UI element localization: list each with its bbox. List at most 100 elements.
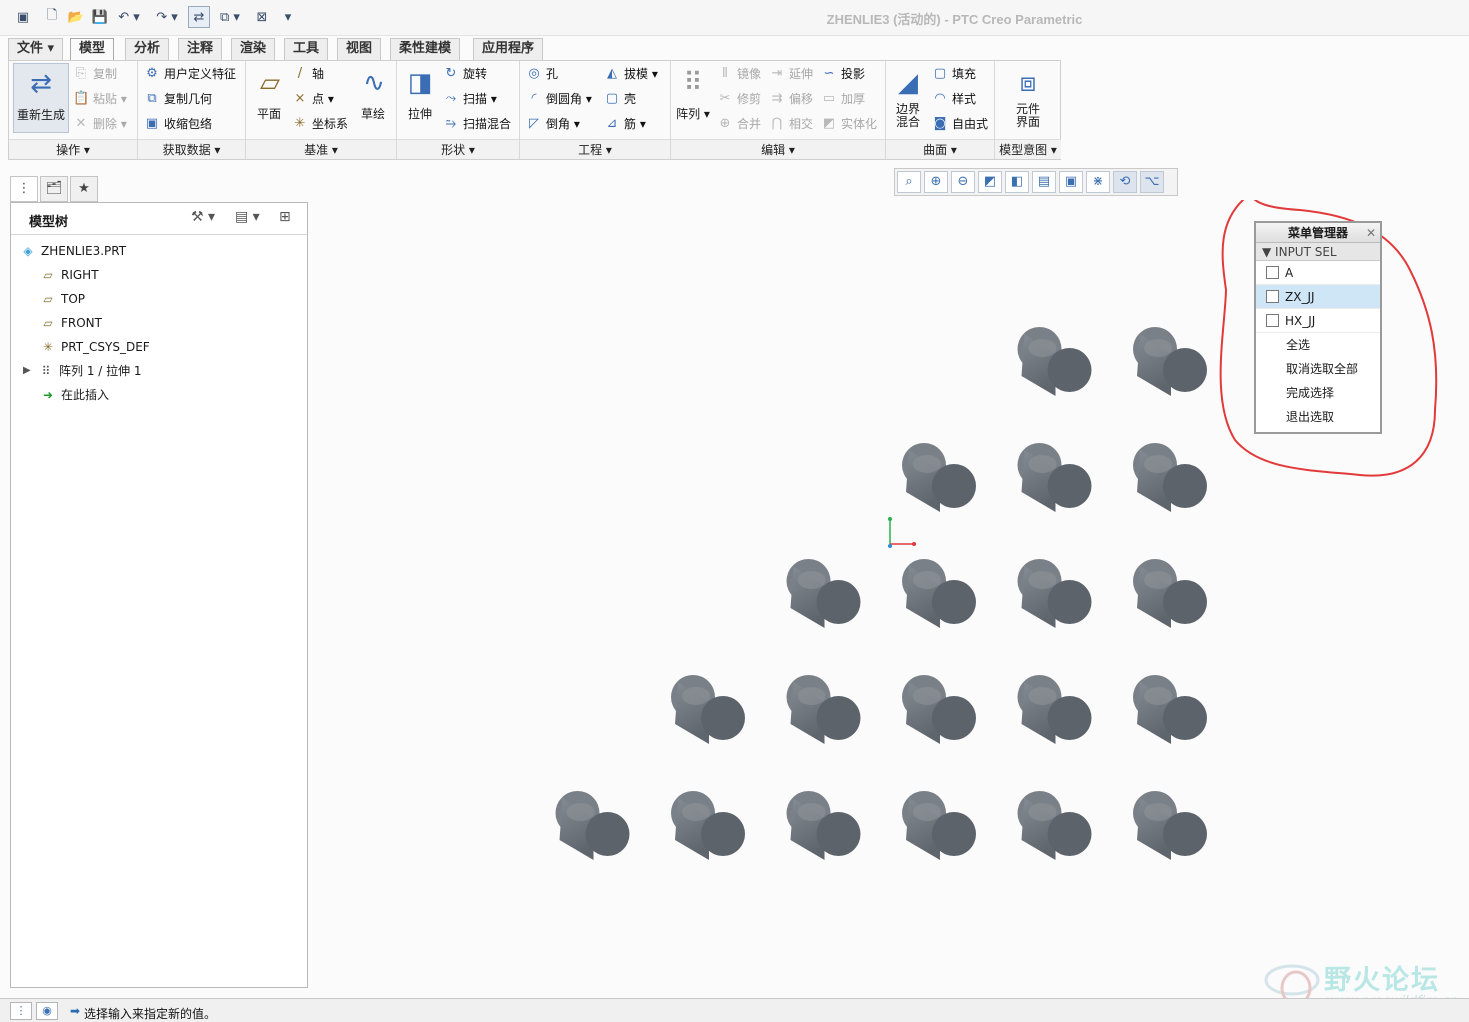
tab-model[interactable]: 模型 [70, 38, 115, 61]
component-interface-button[interactable]: ⧈ 元件界面 [1009, 65, 1047, 129]
checkbox-icon[interactable] [1266, 290, 1279, 303]
extrude-button[interactable]: ◨ 拉伸 [401, 65, 439, 121]
group-label-operations[interactable]: 操作 ▾ [9, 139, 137, 159]
tree-item-top[interactable]: ▱ TOP [39, 287, 85, 311]
copy-geometry-button[interactable]: ⧉ 复制几何 [144, 88, 212, 110]
browser-toggle-icon[interactable]: ◉ [36, 1002, 58, 1020]
group-label-get-data[interactable]: 获取数据 ▾ [138, 139, 245, 159]
saved-views-icon[interactable]: ▤ [1032, 171, 1056, 193]
cylinder[interactable] [902, 443, 976, 512]
delete-button[interactable]: ✕ 删除 ▾ [73, 113, 127, 135]
option-zx-jj[interactable]: ZX_JJ [1256, 285, 1380, 309]
tab-view[interactable]: 视图 [337, 38, 382, 60]
plane-button[interactable]: ▱ 平面 [252, 65, 286, 121]
swept-blend-button[interactable]: ⥲ 扫描混合 [443, 113, 511, 135]
shell-button[interactable]: ▢ 壳 [604, 88, 636, 110]
axis-button[interactable]: / 轴 [292, 63, 324, 85]
cylinder[interactable] [1017, 559, 1092, 628]
tree-item-pattern[interactable]: ▶ ⠿ 阵列 1 / 拉伸 1 [23, 359, 142, 383]
tree-filter-icon[interactable]: ⊞ [279, 209, 291, 225]
tree-item-part[interactable]: ◈ ZHENLIE3.PRT [19, 239, 126, 263]
tab-applications[interactable]: 应用程序 [473, 38, 544, 60]
round-button[interactable]: ◜ 倒圆角 ▾ [526, 88, 591, 110]
cylinder[interactable] [1133, 791, 1207, 860]
cylinder[interactable] [1017, 443, 1092, 512]
tree-item-insert-here[interactable]: ➜ 在此插入 [39, 383, 109, 407]
sketch-button[interactable]: ∿ 草绘 [356, 65, 390, 121]
point-button[interactable]: × 点 ▾ [292, 88, 334, 110]
group-label-editing[interactable]: 编辑 ▾ [671, 139, 885, 159]
folder-browser-tab-icon[interactable]: 🗂 [40, 176, 68, 202]
merge-button[interactable]: ⊕ 合并 [717, 113, 761, 135]
cylinder[interactable] [1133, 327, 1207, 396]
tab-flexible-modeling[interactable]: 柔性建模 [390, 38, 461, 60]
refit-icon[interactable]: ⌕ [897, 171, 921, 193]
option-hx-jj[interactable]: HX_JJ [1256, 309, 1380, 333]
cylinder[interactable] [1133, 443, 1207, 512]
extend-button[interactable]: ⇥ 延伸 [769, 63, 813, 85]
tree-item-right[interactable]: ▱ RIGHT [39, 263, 98, 287]
tab-annotate[interactable]: 注释 [178, 38, 223, 60]
udf-button[interactable]: ⚙ 用户定义特征 [144, 63, 236, 85]
trim-button[interactable]: ✂ 修剪 [717, 88, 761, 110]
shrinkwrap-button[interactable]: ▣ 收缩包络 [144, 113, 212, 135]
view-manager-icon[interactable]: ▣ [1059, 171, 1083, 193]
tree-item-csys[interactable]: ✳ PRT_CSYS_DEF [39, 335, 150, 359]
menu-section-header[interactable]: ▼ INPUT SEL [1256, 243, 1380, 261]
model-tree-tab-icon[interactable]: ⋮ [10, 176, 38, 202]
group-label-surfaces[interactable]: 曲面 ▾ [886, 139, 994, 159]
cylinder[interactable] [786, 791, 861, 860]
display-style-icon[interactable]: ◧ [1005, 171, 1029, 193]
annotation-display-icon[interactable]: ⌥ [1140, 171, 1164, 193]
group-label-model-intent[interactable]: 模型意图 ▾ [995, 139, 1061, 159]
checkbox-icon[interactable] [1266, 314, 1279, 327]
group-label-datum[interactable]: 基准 ▾ [246, 139, 396, 159]
select-all-command[interactable]: 全选 [1256, 333, 1380, 357]
close-icon[interactable]: ✕ [1366, 223, 1376, 243]
rib-button[interactable]: ⊿ 筋 ▾ [604, 113, 646, 135]
cylinder[interactable] [671, 791, 745, 860]
tree-item-front[interactable]: ▱ FRONT [39, 311, 102, 335]
thicken-button[interactable]: ▭ 加厚 [821, 88, 865, 110]
zoom-out-icon[interactable]: ⊖ [951, 171, 975, 193]
mirror-button[interactable]: ⫴ 镜像 [717, 63, 761, 85]
sweep-button[interactable]: ⤳ 扫描 ▾ [443, 88, 497, 110]
regenerate-button[interactable]: ⇄ 重新生成 [13, 63, 69, 133]
show-icon[interactable]: ▤ ▾ [235, 209, 260, 225]
freestyle-button[interactable]: ◙ 自由式 [932, 113, 988, 135]
tree-settings-icon[interactable]: ⚒ ▾ [191, 209, 215, 225]
revolve-button[interactable]: ↻ 旋转 [443, 63, 487, 85]
pattern-button[interactable]: ⠿ 阵列 ▾ [675, 65, 711, 121]
group-label-engineering[interactable]: 工程 ▾ [520, 139, 670, 159]
checkbox-icon[interactable] [1266, 266, 1279, 279]
boundary-blend-button[interactable]: ◢ 边界混合 [888, 65, 928, 129]
unselect-all-command[interactable]: 取消选取全部 [1256, 357, 1380, 381]
tab-analysis[interactable]: 分析 [125, 38, 170, 60]
paste-button[interactable]: 📋 粘贴 ▾ [73, 88, 127, 110]
cylinder[interactable] [1017, 327, 1092, 396]
cylinder[interactable] [1017, 675, 1092, 744]
cylinder[interactable] [671, 675, 745, 744]
datum-display-icon[interactable]: ⋇ [1086, 171, 1110, 193]
cylinder[interactable] [786, 559, 861, 628]
fill-button[interactable]: ▢ 填充 [932, 63, 976, 85]
cylinder[interactable] [1133, 559, 1207, 628]
intersect-button[interactable]: ⋂ 相交 [769, 113, 813, 135]
group-label-shapes[interactable]: 形状 ▾ [397, 139, 519, 159]
navigator-toggle-icon[interactable]: ⋮ [10, 1002, 32, 1020]
hole-button[interactable]: ◎ 孔 [526, 63, 558, 85]
zoom-in-icon[interactable]: ⊕ [924, 171, 948, 193]
expand-arrow-icon[interactable]: ▶ [23, 359, 37, 383]
draft-button[interactable]: ◭ 拔模 ▾ [604, 63, 658, 85]
style-button[interactable]: ◠ 样式 [932, 88, 976, 110]
csys-button[interactable]: ✳ 坐标系 [292, 113, 348, 135]
cylinder[interactable] [902, 791, 976, 860]
favorites-tab-icon[interactable]: ★ [70, 176, 98, 202]
spin-center-icon[interactable]: ⟲ [1113, 171, 1137, 193]
cylinder[interactable] [786, 675, 861, 744]
offset-button[interactable]: ⇉ 偏移 [769, 88, 813, 110]
project-button[interactable]: ∽ 投影 [821, 63, 865, 85]
cylinder[interactable] [902, 675, 976, 744]
cylinder[interactable] [1017, 791, 1092, 860]
cylinder[interactable] [1133, 675, 1207, 744]
